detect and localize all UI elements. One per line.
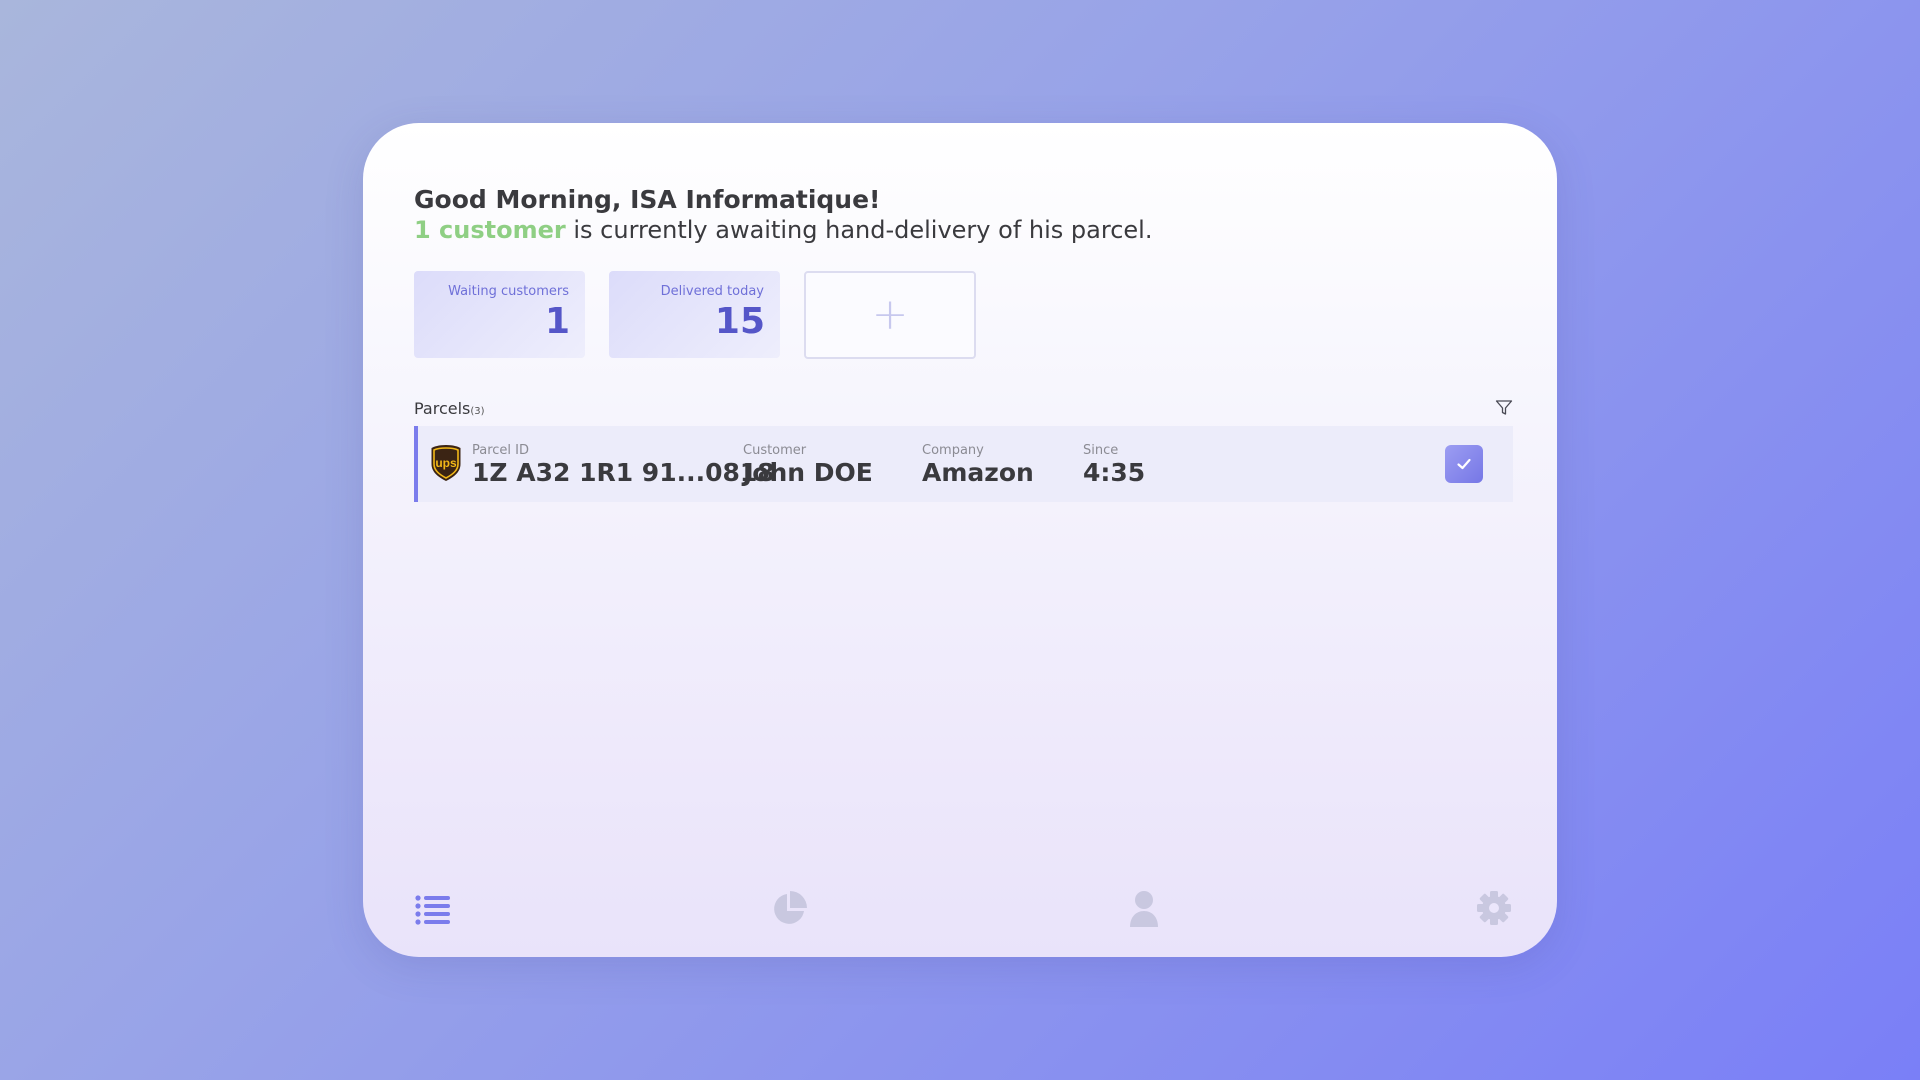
since-label: Since [1083, 443, 1119, 458]
customer-label: Customer [743, 443, 807, 458]
customer-field: Customer John DOE [743, 443, 873, 487]
parcel-id-label: Parcel ID [472, 443, 530, 458]
parcel-row[interactable]: ups Parcel ID 1Z A32 1R1 91...0818 Custo… [414, 426, 1513, 502]
pie-chart-icon[interactable] [770, 890, 808, 932]
stat-label: Delivered today [660, 284, 764, 299]
waiting-count-highlight: 1 customer [414, 216, 566, 244]
stat-value: 1 [544, 301, 570, 342]
plus-icon: + [871, 289, 909, 340]
status-message: 1 customer is currently awaiting hand-de… [414, 216, 1152, 244]
parcels-title-label: Parcels [414, 399, 471, 418]
stat-card-waiting-customers[interactable]: Waiting customers 1 [414, 271, 585, 358]
company-label: Company [922, 443, 984, 458]
checkmark-icon [1457, 458, 1471, 470]
stat-value: 15 [714, 301, 765, 342]
add-stat-button[interactable]: + [804, 271, 976, 359]
since-value: 4:35 [1083, 458, 1146, 487]
parcels-count: (3) [470, 406, 485, 417]
customer-value: John DOE [743, 458, 873, 487]
company-field: Company Amazon [922, 443, 1034, 487]
dashboard-card: Good Morning, ISA Informatique! 1 custom… [363, 123, 1557, 957]
filter-icon[interactable] [1495, 399, 1513, 417]
list-icon[interactable] [415, 895, 451, 929]
parcel-id-field: Parcel ID 1Z A32 1R1 91...0818 [472, 443, 775, 487]
ups-logo-icon: ups [430, 444, 462, 482]
confirm-delivery-button[interactable] [1445, 445, 1483, 483]
parcel-id-value: 1Z A32 1R1 91...0818 [472, 458, 775, 487]
greeting-title: Good Morning, ISA Informatique! [414, 185, 881, 214]
parcels-section-title: Parcels(3) [414, 399, 485, 418]
stat-card-delivered-today[interactable]: Delivered today 15 [609, 271, 780, 358]
since-field: Since 4:35 [1083, 443, 1145, 487]
status-message-text: is currently awaiting hand-delivery of h… [565, 216, 1153, 244]
company-value: Amazon [922, 458, 1034, 487]
svg-text:ups: ups [435, 456, 457, 470]
stat-label: Waiting customers [448, 284, 569, 299]
gear-icon[interactable] [1476, 890, 1512, 930]
user-icon[interactable] [1128, 890, 1160, 932]
